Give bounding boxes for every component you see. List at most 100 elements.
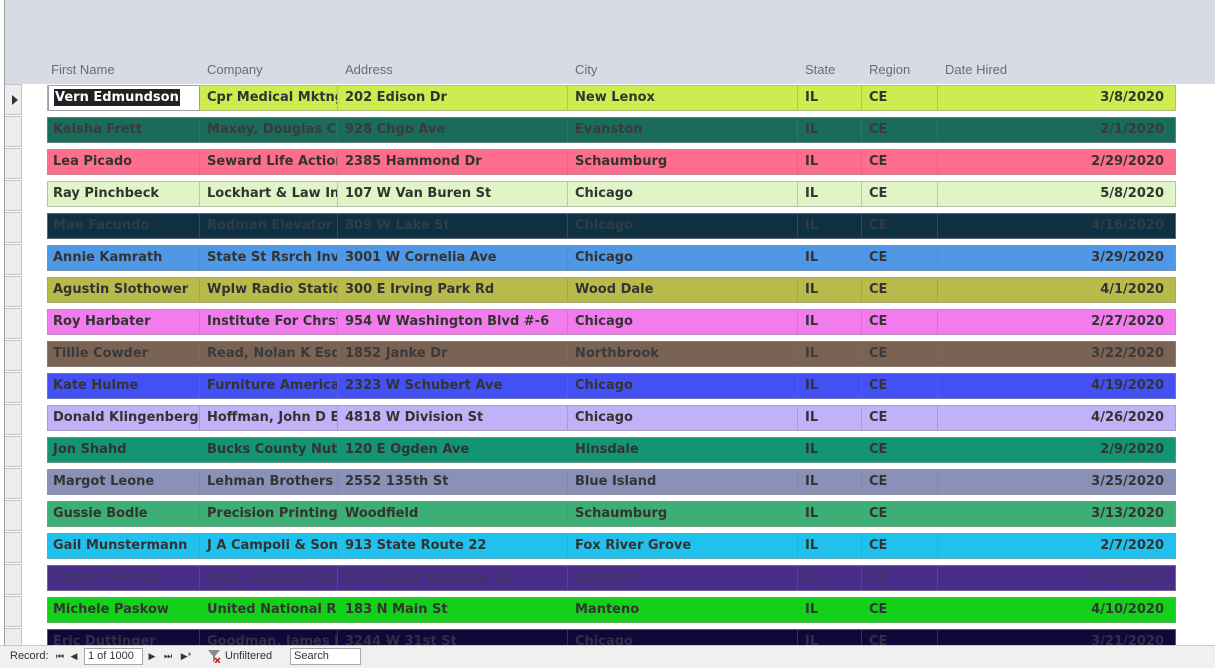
column-header-region[interactable]: Region: [869, 62, 910, 77]
city-cell[interactable]: Fox River Grove: [570, 534, 798, 558]
region-cell[interactable]: CE: [864, 374, 938, 398]
record-selector[interactable]: [5, 116, 22, 147]
address-cell[interactable]: 2323 W Schubert Ave: [340, 374, 568, 398]
city-cell[interactable]: New Lenox: [570, 86, 798, 110]
column-header-city[interactable]: City: [575, 62, 597, 77]
next-record-icon[interactable]: ▶: [146, 649, 158, 664]
first-name-cell[interactable]: Roy Harbater: [48, 310, 200, 334]
state-cell[interactable]: IL: [800, 438, 862, 462]
city-cell[interactable]: Manteno: [570, 598, 798, 622]
table-row[interactable]: Gussie Bodle Precision Printing Woodfield S…: [47, 501, 1176, 527]
first-name-cell[interactable]: Tillie Cowder: [48, 342, 200, 366]
region-cell[interactable]: CE: [864, 278, 938, 302]
record-selector[interactable]: [5, 276, 22, 307]
first-name-cell[interactable]: Gail Munstermann: [48, 534, 200, 558]
table-row[interactable]: Roy HarbaterInstitute For Chrstn S954 W …: [47, 309, 1176, 335]
state-cell[interactable]: IL: [800, 470, 862, 494]
last-record-icon[interactable]: ⏭: [162, 649, 174, 664]
table-row[interactable]: Kate HulmeFurniture America In2323 W Sch…: [47, 373, 1176, 399]
address-cell[interactable]: 928 Chgo Ave: [340, 118, 568, 142]
region-cell[interactable]: CE: [864, 438, 938, 462]
company-cell[interactable]: Seward Life Action C: [202, 150, 338, 174]
first-name-cell[interactable]: Clifford Ferron: [48, 566, 200, 590]
address-cell[interactable]: 2385 Hammond Dr: [340, 150, 568, 174]
address-cell[interactable]: 300 E Irving Park Rd: [340, 278, 568, 302]
date-hired-cell[interactable]: 3/8/2020: [940, 86, 1175, 110]
city-cell[interactable]: Northbrook: [570, 342, 798, 366]
record-selector[interactable]: [5, 308, 22, 339]
first-name-cell[interactable]: Ray Pinchbeck: [48, 182, 200, 206]
filter-off-icon[interactable]: [207, 649, 221, 663]
state-cell[interactable]: IL: [800, 246, 862, 270]
first-name-cell[interactable]: Jon Shahd: [48, 438, 200, 462]
state-cell[interactable]: IL: [800, 86, 862, 110]
table-row[interactable]: Clifford Ferron Post, William Esq 5131 Dix…: [47, 565, 1176, 591]
date-hired-cell[interactable]: 2/29/2020: [940, 150, 1175, 174]
region-cell[interactable]: CE: [864, 182, 938, 206]
first-name-cell[interactable]: Donald Klingenberger: [48, 406, 200, 430]
state-cell[interactable]: IL: [800, 374, 862, 398]
table-row[interactable]: Jon ShahdBucks County Nut &120 E Ogden A…: [47, 437, 1176, 463]
date-hired-cell[interactable]: 5/8/2020: [940, 182, 1175, 206]
company-cell[interactable]: Bucks County Nut &: [202, 438, 338, 462]
region-cell[interactable]: CE: [864, 86, 938, 110]
city-cell[interactable]: Schaumburg: [570, 150, 798, 174]
region-cell[interactable]: CE: [864, 534, 938, 558]
date-hired-cell[interactable]: 2/27/2020: [940, 310, 1175, 334]
current-record-input[interactable]: 1 of 1000: [84, 648, 143, 665]
city-cell[interactable]: Chicago: [570, 310, 798, 334]
record-selector[interactable]: [5, 596, 22, 627]
table-row[interactable]: Tillie Cowder Read, Nolan K Esq 1852 Janke…: [47, 341, 1176, 367]
first-name-cell[interactable]: Vern Edmundson: [48, 85, 200, 111]
date-hired-cell[interactable]: 3/13/2020: [940, 502, 1175, 526]
table-row[interactable]: Keisha Frett Maxey, Douglas C 928 Chgo Ave…: [47, 117, 1176, 143]
address-cell[interactable]: 913 State Route 22: [340, 534, 568, 558]
state-cell[interactable]: IL: [800, 566, 862, 590]
company-cell[interactable]: Lockhart & Law Ins A: [202, 182, 338, 206]
company-cell[interactable]: Read, Nolan K Esq: [202, 342, 338, 366]
record-selector[interactable]: [5, 212, 22, 243]
city-cell[interactable]: Chicago: [570, 182, 798, 206]
state-cell[interactable]: IL: [800, 278, 862, 302]
date-hired-cell[interactable]: 3/29/2020: [940, 246, 1175, 270]
city-cell[interactable]: Chicago: [570, 374, 798, 398]
date-hired-cell[interactable]: 2/7/2020: [940, 534, 1175, 558]
company-cell[interactable]: Furniture America In: [202, 374, 338, 398]
table-row[interactable]: Vern EdmundsonCpr Medical Mktng &202 Edi…: [47, 85, 1176, 111]
date-hired-cell[interactable]: 4/1/2020: [940, 278, 1175, 302]
record-selector[interactable]: [5, 436, 22, 467]
date-hired-cell[interactable]: 3/10/2020: [940, 566, 1175, 590]
date-hired-cell[interactable]: 4/16/2020: [940, 214, 1175, 238]
company-cell[interactable]: Precision Printing: [202, 502, 338, 526]
state-cell[interactable]: IL: [800, 598, 862, 622]
company-cell[interactable]: State St Rsrch Invstm: [202, 246, 338, 270]
table-row[interactable]: Gail Munstermann J A Campoli & Sons 913 St…: [47, 533, 1176, 559]
region-cell[interactable]: CE: [864, 566, 938, 590]
record-selector[interactable]: [5, 468, 22, 499]
company-cell[interactable]: Hoffman, John D Esq: [202, 406, 338, 430]
first-name-cell[interactable]: Gussie Bodle: [48, 502, 200, 526]
company-cell[interactable]: Rodman Elevator: [202, 214, 338, 238]
region-cell[interactable]: CE: [864, 502, 938, 526]
state-cell[interactable]: IL: [800, 534, 862, 558]
region-cell[interactable]: CE: [864, 246, 938, 270]
first-name-cell[interactable]: Agustin Slothower: [48, 278, 200, 302]
first-name-cell[interactable]: Margot Leone: [48, 470, 200, 494]
table-row[interactable]: Agustin Slothower Wplw Radio Station 300 E…: [47, 277, 1176, 303]
state-cell[interactable]: IL: [800, 310, 862, 334]
address-cell[interactable]: 107 W Van Buren St: [340, 182, 568, 206]
city-cell[interactable]: Chicago: [570, 406, 798, 430]
record-selector[interactable]: [5, 84, 22, 115]
address-cell[interactable]: Woodfield: [340, 502, 568, 526]
date-hired-cell[interactable]: 4/26/2020: [940, 406, 1175, 430]
first-record-icon[interactable]: ⏮: [54, 649, 66, 664]
company-cell[interactable]: Lehman Brothers: [202, 470, 338, 494]
address-cell[interactable]: 1852 Janke Dr: [340, 342, 568, 366]
address-cell[interactable]: 120 E Ogden Ave: [340, 438, 568, 462]
date-hired-cell[interactable]: 2/1/2020: [940, 118, 1175, 142]
column-header-address[interactable]: Address: [345, 62, 393, 77]
table-row[interactable]: Ray PinchbeckLockhart & Law Ins A107 W V…: [47, 181, 1176, 207]
column-header-first-name[interactable]: First Name: [51, 62, 115, 77]
column-header-state[interactable]: State: [805, 62, 835, 77]
table-row[interactable]: Donald KlingenbergerHoffman, John D Esq 4…: [47, 405, 1176, 431]
